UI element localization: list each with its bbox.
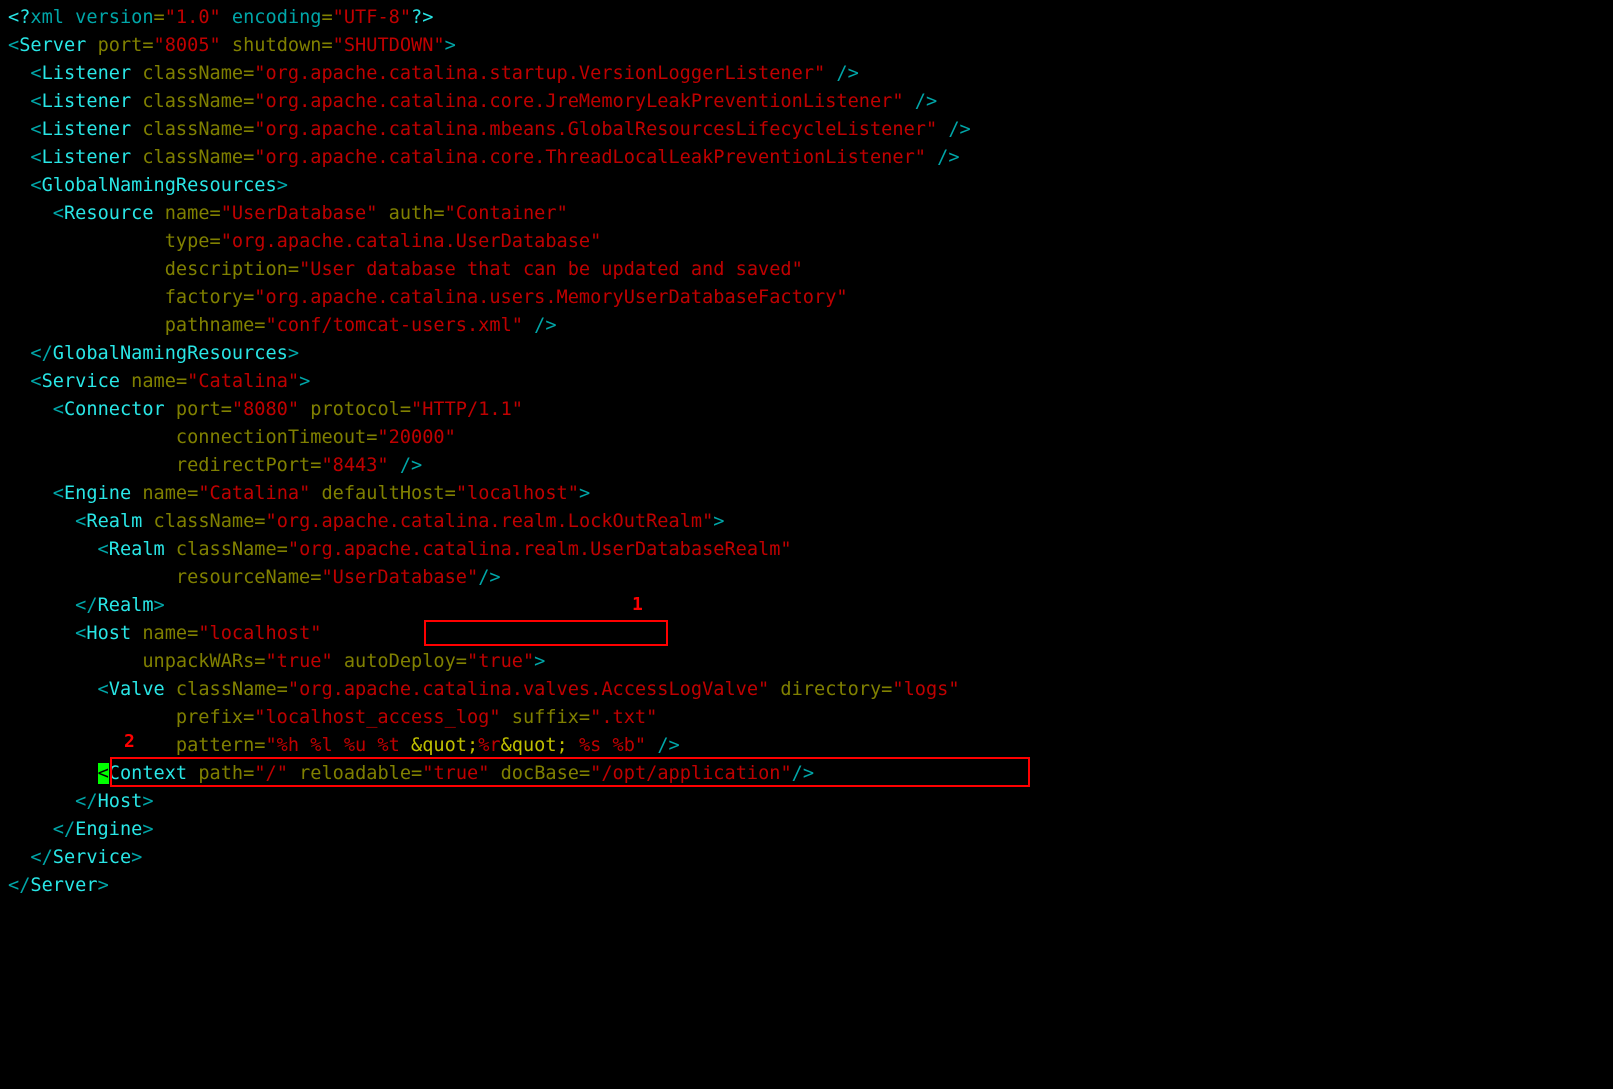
xml-code-block: <?xml version="1.0" encoding="UTF-8"?> <… bbox=[0, 0, 1613, 904]
annotation-label-1: 1 bbox=[632, 594, 643, 615]
annotation-label-2: 2 bbox=[124, 731, 135, 752]
